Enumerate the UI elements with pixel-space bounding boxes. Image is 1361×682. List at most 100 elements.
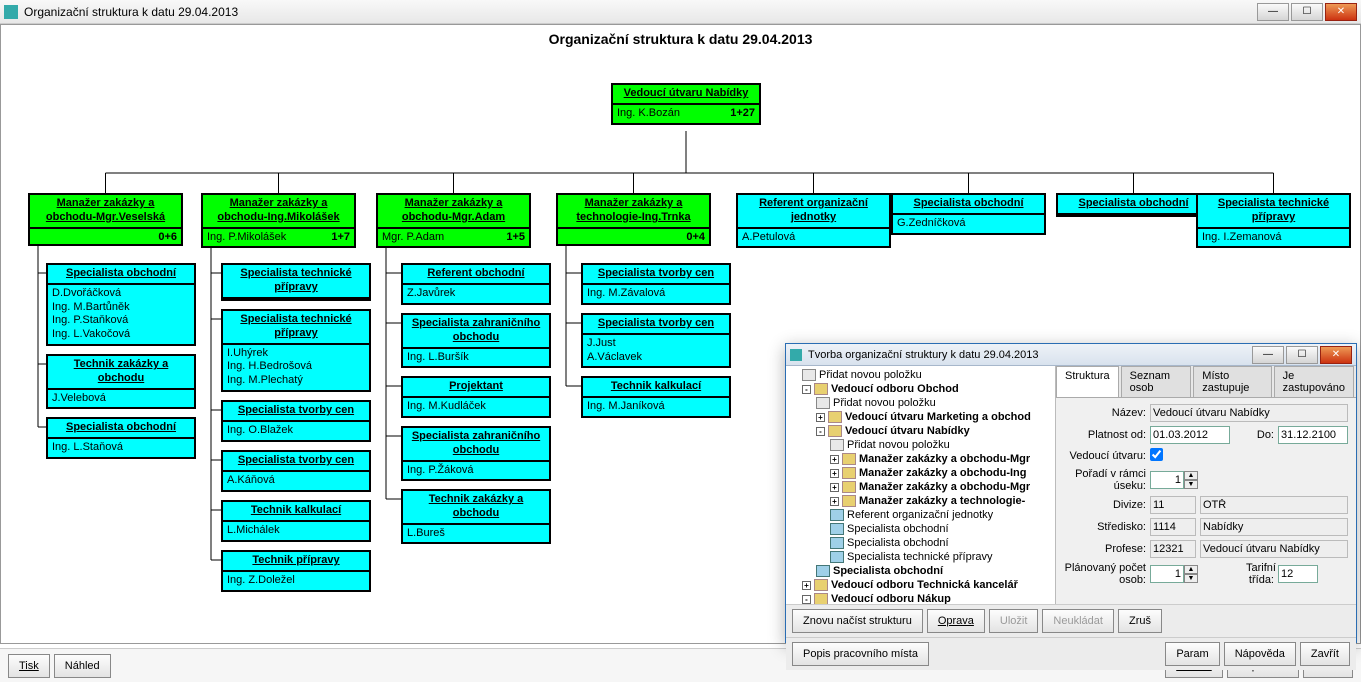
org-node-body: Ing. M.Závalová bbox=[583, 285, 729, 303]
toggle-icon[interactable]: + bbox=[830, 455, 839, 464]
tree-node[interactable]: Manažer zakázky a obchodu-Mgr bbox=[859, 481, 1030, 493]
new-item-icon bbox=[830, 439, 844, 451]
sub-maximize-button[interactable]: ☐ bbox=[1286, 346, 1318, 364]
org-node[interactable]: Technik kalkulacíL.Michálek bbox=[221, 500, 371, 542]
sub-param-button[interactable]: Param bbox=[1165, 642, 1219, 666]
tree-node[interactable]: Vedoucí útvaru Marketing a obchod bbox=[845, 411, 1031, 423]
org-node-title: Specialista tvorby cen bbox=[223, 402, 369, 422]
tree-node[interactable]: Specialista obchodní bbox=[833, 565, 943, 577]
org-node[interactable]: Specialista obchodníIng. L.Staňová bbox=[46, 417, 196, 459]
org-node[interactable]: Specialista tvorby cenJ.Just A.Václavek bbox=[581, 313, 731, 368]
org-node[interactable]: Specialista technické přípravyIng. I.Zem… bbox=[1196, 193, 1351, 248]
sub-minimize-button[interactable]: — bbox=[1252, 346, 1284, 364]
org-node[interactable]: Technik zakázky a obchoduJ.Velebová bbox=[46, 354, 196, 409]
tree-node[interactable]: Vedoucí útvaru Nabídky bbox=[845, 425, 970, 437]
minimize-button[interactable]: — bbox=[1257, 3, 1289, 21]
tree-add[interactable]: Přidat novou položku bbox=[847, 439, 950, 451]
folder-icon bbox=[814, 593, 828, 604]
planovany-field[interactable] bbox=[1150, 565, 1184, 583]
tab-misto-zastupuje[interactable]: Místo zastupuje bbox=[1193, 366, 1271, 397]
platnost-od-field[interactable] bbox=[1150, 426, 1230, 444]
profese-code-field[interactable] bbox=[1150, 540, 1196, 558]
stredisko-code-field[interactable] bbox=[1150, 518, 1196, 536]
vedouci-checkbox[interactable] bbox=[1150, 448, 1163, 461]
tree-node[interactable]: Vedoucí odboru Technická kancelář bbox=[831, 579, 1018, 591]
nazev-label: Název: bbox=[1064, 407, 1146, 419]
org-node-body: L.Bureš bbox=[403, 525, 549, 543]
tree-add[interactable]: Přidat novou položku bbox=[819, 369, 922, 381]
toggle-icon[interactable]: + bbox=[830, 497, 839, 506]
toggle-icon[interactable]: - bbox=[802, 595, 811, 604]
spin-up-icon[interactable]: ▲ bbox=[1184, 565, 1198, 574]
toggle-icon[interactable]: - bbox=[802, 385, 811, 394]
spin-down-icon[interactable]: ▼ bbox=[1184, 480, 1198, 489]
leaf-icon bbox=[830, 551, 844, 563]
divize-code-field[interactable] bbox=[1150, 496, 1196, 514]
org-node[interactable]: Specialista obchodníG.Zedníčková bbox=[891, 193, 1046, 235]
nazev-field[interactable] bbox=[1150, 404, 1348, 422]
tree-leaf[interactable]: Referent organizační jednotky bbox=[847, 509, 993, 521]
org-node[interactable]: Specialista tvorby cenIng. M.Závalová bbox=[581, 263, 731, 305]
toggle-icon[interactable]: - bbox=[816, 427, 825, 436]
org-node[interactable]: ProjektantIng. M.Kudláček bbox=[401, 376, 551, 418]
org-node[interactable]: Specialista tvorby cenA.Káňová bbox=[221, 450, 371, 492]
sub-close-button[interactable]: ✕ bbox=[1320, 346, 1352, 364]
org-node[interactable]: Referent organizační jednotkyA.Petulová bbox=[736, 193, 891, 248]
org-node[interactable]: Manažer zakázky a obchodu-Ing.Mikolášek1… bbox=[201, 193, 356, 248]
tree-node[interactable]: Manažer zakázky a obchodu-Ing bbox=[859, 467, 1026, 479]
org-node[interactable]: Specialista obchodníD.Dvořáčková Ing. M.… bbox=[46, 263, 196, 346]
org-node[interactable]: Specialista zahraničního obchoduIng. L.B… bbox=[401, 313, 551, 368]
tree-node[interactable]: Manažer zakázky a obchodu-Mgr bbox=[859, 453, 1030, 465]
tree-leaf[interactable]: Specialista obchodní bbox=[847, 537, 949, 549]
org-node[interactable]: Vedoucí útvaru Nabídky1+27Ing. K.Bozán bbox=[611, 83, 761, 125]
toggle-icon[interactable]: + bbox=[802, 581, 811, 590]
toggle-icon[interactable]: + bbox=[830, 483, 839, 492]
tree-node[interactable]: Vedoucí odboru Nákup bbox=[831, 593, 951, 604]
profese-label: Profese: bbox=[1064, 543, 1146, 555]
org-node[interactable]: Manažer zakázky a obchodu-Mgr.Veselská0+… bbox=[28, 193, 183, 246]
tree-leaf[interactable]: Specialista technické přípravy bbox=[847, 551, 993, 563]
tree-node[interactable]: Vedoucí odboru Obchod bbox=[831, 383, 959, 395]
org-node[interactable]: Manažer zakázky a obchodu-Mgr.Adam1+5Mgr… bbox=[376, 193, 531, 248]
popis-button[interactable]: Popis pracovního místa bbox=[792, 642, 929, 666]
spin-down-icon[interactable]: ▼ bbox=[1184, 574, 1198, 583]
org-node[interactable]: Specialista zahraničního obchoduIng. P.Ž… bbox=[401, 426, 551, 481]
nahled-button[interactable]: Náhled bbox=[54, 654, 111, 678]
sub-window[interactable]: Tvorba organizační struktury k datu 29.0… bbox=[785, 343, 1357, 643]
zrus-button[interactable]: Zruš bbox=[1118, 609, 1162, 633]
tree-node[interactable]: Manažer zakázky a technologie- bbox=[859, 495, 1025, 507]
tab-struktura[interactable]: Struktura bbox=[1056, 366, 1119, 397]
tree-pane[interactable]: Přidat novou položku - Vedoucí odboru Obc… bbox=[786, 366, 1056, 604]
tab-seznam-osob[interactable]: Seznam osob bbox=[1121, 366, 1192, 397]
oprava-button[interactable]: Oprava bbox=[927, 609, 985, 633]
platnost-do-field[interactable] bbox=[1278, 426, 1348, 444]
close-button[interactable]: ✕ bbox=[1325, 3, 1357, 21]
org-node[interactable]: Specialista technické přípravyI.Uhýrek I… bbox=[221, 309, 371, 392]
toggle-icon[interactable]: + bbox=[830, 469, 839, 478]
spin-up-icon[interactable]: ▲ bbox=[1184, 471, 1198, 480]
divize-label: Divize: bbox=[1064, 499, 1146, 511]
tree-add[interactable]: Přidat novou položku bbox=[833, 397, 936, 409]
sub-zavrit-button[interactable]: Zavřít bbox=[1300, 642, 1350, 666]
org-node-body: Ing. O.Blažek bbox=[223, 422, 369, 440]
org-node[interactable]: Technik zakázky a obchoduL.Bureš bbox=[401, 489, 551, 544]
toggle-icon[interactable]: + bbox=[816, 413, 825, 422]
poradi-label: Pořadí v rámci úseku: bbox=[1064, 468, 1146, 492]
divize-text-field bbox=[1200, 496, 1348, 514]
poradi-field[interactable] bbox=[1150, 471, 1184, 489]
org-node[interactable]: Specialista obchodní bbox=[1056, 193, 1211, 217]
sub-napoveda-button[interactable]: Nápověda bbox=[1224, 642, 1296, 666]
org-node-title: Manažer zakázky a obchodu-Mgr.Adam bbox=[378, 195, 529, 229]
org-node[interactable]: Technik přípravyIng. Z.Doležel bbox=[221, 550, 371, 592]
org-node[interactable]: Specialista tvorby cenIng. O.Blažek bbox=[221, 400, 371, 442]
org-node[interactable]: Referent obchodníZ.Javůrek bbox=[401, 263, 551, 305]
org-node[interactable]: Specialista technické přípravy bbox=[221, 263, 371, 301]
tarif-field[interactable] bbox=[1278, 565, 1318, 583]
maximize-button[interactable]: ☐ bbox=[1291, 3, 1323, 21]
org-node[interactable]: Technik kalkulacíIng. M.Janíková bbox=[581, 376, 731, 418]
tisk-button[interactable]: Tisk bbox=[8, 654, 50, 678]
znovu-button[interactable]: Znovu načíst strukturu bbox=[792, 609, 923, 633]
org-node[interactable]: Manažer zakázky a technologie-Ing.Trnka0… bbox=[556, 193, 711, 246]
tree-leaf[interactable]: Specialista obchodní bbox=[847, 523, 949, 535]
tab-je-zastupovano[interactable]: Je zastupováno bbox=[1274, 366, 1354, 397]
